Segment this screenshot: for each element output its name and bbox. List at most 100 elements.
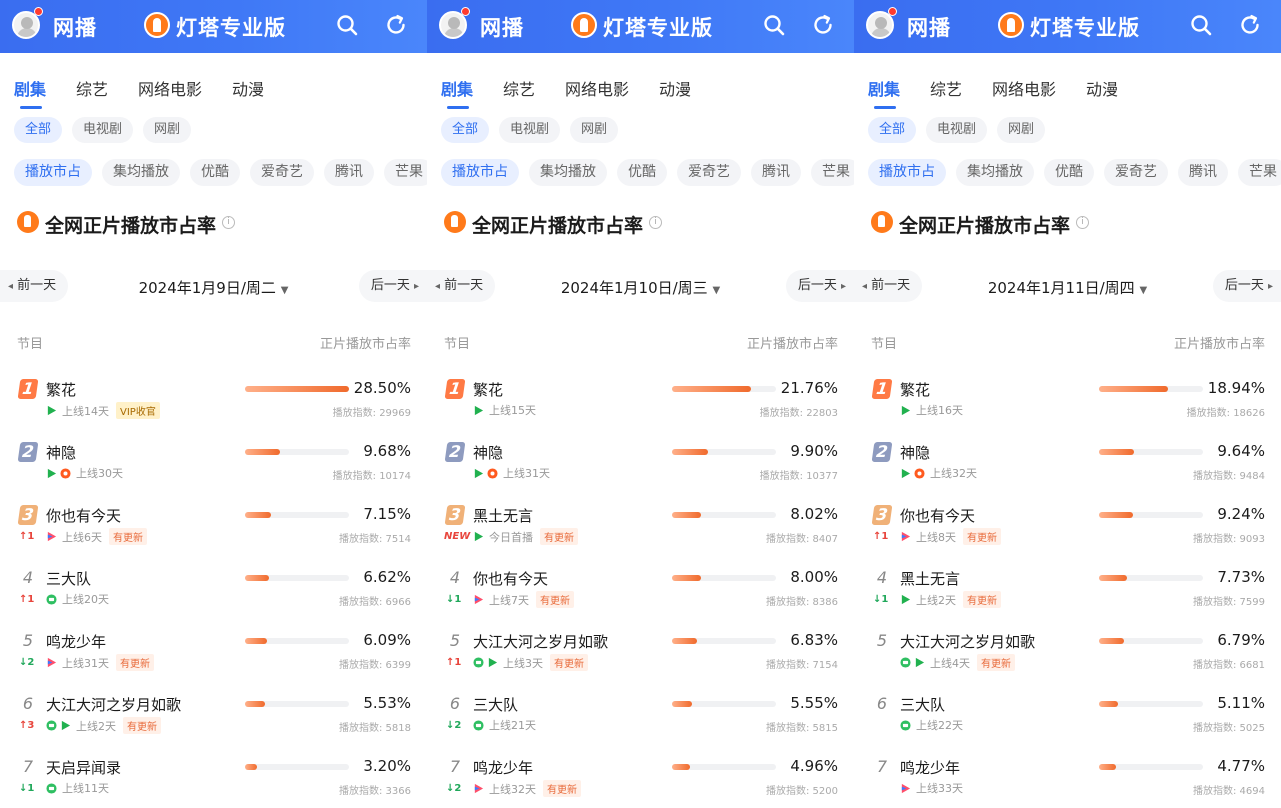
program-title[interactable]: 神隐 bbox=[473, 442, 503, 463]
program-title[interactable]: 你也有今天 bbox=[473, 568, 548, 589]
refresh-icon[interactable] bbox=[385, 14, 407, 36]
table-row[interactable]: 1 繁花 上线16天 18.94% 播放指数: 18626 bbox=[854, 375, 1281, 435]
table-row[interactable]: 6 ↑3 大江大河之岁月如歌 上线2天 有更新 5.53% 播放指数: 5818 bbox=[0, 690, 427, 750]
tab-3[interactable]: 动漫 bbox=[659, 76, 691, 100]
refresh-icon[interactable] bbox=[1239, 14, 1261, 36]
platform-chip-4[interactable]: 腾讯 bbox=[751, 159, 801, 186]
next-day-button[interactable]: 后一天 ▸ bbox=[358, 270, 427, 302]
type-chip-1[interactable]: 电视剧 bbox=[926, 117, 988, 143]
tab-1[interactable]: 综艺 bbox=[930, 76, 962, 100]
search-icon[interactable] bbox=[1190, 14, 1212, 36]
tab-0[interactable]: 剧集 bbox=[868, 76, 900, 109]
table-row[interactable]: 1 繁花 上线15天 21.76% 播放指数: 22803 bbox=[427, 375, 854, 435]
platform-chip-4[interactable]: 腾讯 bbox=[1178, 159, 1228, 186]
platform-chip-5[interactable]: 芒果 bbox=[811, 159, 854, 186]
program-title[interactable]: 大江大河之岁月如歌 bbox=[900, 631, 1035, 652]
platform-chip-0[interactable]: 播放市占 bbox=[441, 159, 519, 186]
type-chip-1[interactable]: 电视剧 bbox=[499, 117, 561, 143]
platform-chip-2[interactable]: 优酷 bbox=[617, 159, 667, 186]
tab-2[interactable]: 网络电影 bbox=[565, 76, 629, 100]
table-row[interactable]: 7 鸣龙少年 上线33天 4.77% 播放指数: 4694 bbox=[854, 753, 1281, 808]
tab-0[interactable]: 剧集 bbox=[441, 76, 473, 109]
table-row[interactable]: 7 ↓1 天启异闻录 上线11天 3.20% 播放指数: 3366 bbox=[0, 753, 427, 808]
pro-version-title[interactable]: 灯塔专业版 bbox=[1030, 12, 1140, 42]
tab-3[interactable]: 动漫 bbox=[232, 76, 264, 100]
table-row[interactable]: 5 ↑1 大江大河之岁月如歌 上线3天 有更新 6.83% 播放指数: 7154 bbox=[427, 627, 854, 687]
platform-chip-1[interactable]: 集均播放 bbox=[529, 159, 607, 186]
table-row[interactable]: 5 ↓2 鸣龙少年 上线31天 有更新 6.09% 播放指数: 6399 bbox=[0, 627, 427, 687]
program-title[interactable]: 三大队 bbox=[473, 694, 518, 715]
platform-chip-0[interactable]: 播放市占 bbox=[14, 159, 92, 186]
program-title[interactable]: 大江大河之岁月如歌 bbox=[46, 694, 181, 715]
platform-chip-3[interactable]: 爱奇艺 bbox=[1104, 159, 1168, 186]
program-title[interactable]: 鸣龙少年 bbox=[46, 631, 106, 652]
pro-version-title[interactable]: 灯塔专业版 bbox=[176, 12, 286, 42]
type-chip-0[interactable]: 全部 bbox=[14, 117, 63, 143]
program-title[interactable]: 繁花 bbox=[900, 379, 930, 400]
tab-1[interactable]: 综艺 bbox=[503, 76, 535, 100]
next-day-button[interactable]: 后一天 ▸ bbox=[785, 270, 854, 302]
platform-chip-3[interactable]: 爱奇艺 bbox=[677, 159, 741, 186]
platform-chip-2[interactable]: 优酷 bbox=[1044, 159, 1094, 186]
type-chip-2[interactable]: 网剧 bbox=[570, 117, 619, 143]
table-row[interactable]: 3 ↑1 你也有今天 上线8天 有更新 9.24% 播放指数: 9093 bbox=[854, 501, 1281, 561]
platform-chip-1[interactable]: 集均播放 bbox=[956, 159, 1034, 186]
type-chip-0[interactable]: 全部 bbox=[868, 117, 917, 143]
program-title[interactable]: 天启异闻录 bbox=[46, 757, 121, 778]
search-icon[interactable] bbox=[336, 14, 358, 36]
table-row[interactable]: 3 ↑1 你也有今天 上线6天 有更新 7.15% 播放指数: 7514 bbox=[0, 501, 427, 561]
next-day-button[interactable]: 后一天 ▸ bbox=[1212, 270, 1281, 302]
column-header-share[interactable]: 正片播放市占率 bbox=[747, 333, 838, 352]
program-title[interactable]: 神隐 bbox=[900, 442, 930, 463]
info-icon[interactable]: i bbox=[1076, 216, 1090, 229]
program-title[interactable]: 黑土无言 bbox=[473, 505, 533, 526]
program-title[interactable]: 三大队 bbox=[900, 694, 945, 715]
table-row[interactable]: 1 繁花 上线14天 VIP收官 28.50% 播放指数: 29969 bbox=[0, 375, 427, 435]
tab-0[interactable]: 剧集 bbox=[14, 76, 46, 109]
program-title[interactable]: 你也有今天 bbox=[900, 505, 975, 526]
platform-chip-0[interactable]: 播放市占 bbox=[868, 159, 946, 186]
type-chip-1[interactable]: 电视剧 bbox=[72, 117, 134, 143]
table-row[interactable]: 5 大江大河之岁月如歌 上线4天 有更新 6.79% 播放指数: 6681 bbox=[854, 627, 1281, 687]
program-title[interactable]: 繁花 bbox=[46, 379, 76, 400]
program-title[interactable]: 神隐 bbox=[46, 442, 76, 463]
program-meta: 上线2天 有更新 bbox=[900, 591, 1001, 608]
info-icon[interactable]: i bbox=[649, 216, 663, 229]
table-row[interactable]: 6 三大队 上线22天 5.11% 播放指数: 5025 bbox=[854, 690, 1281, 750]
tab-3[interactable]: 动漫 bbox=[1086, 76, 1118, 100]
program-title[interactable]: 鸣龙少年 bbox=[900, 757, 960, 778]
table-row[interactable]: 4 ↓1 黑土无言 上线2天 有更新 7.73% 播放指数: 7599 bbox=[854, 564, 1281, 624]
search-icon[interactable] bbox=[763, 14, 785, 36]
info-icon[interactable]: i bbox=[222, 216, 236, 229]
column-header-share[interactable]: 正片播放市占率 bbox=[1174, 333, 1265, 352]
type-chip-2[interactable]: 网剧 bbox=[997, 117, 1046, 143]
table-row[interactable]: 3 NEW 黑土无言 今日首播 有更新 8.02% 播放指数: 8407 bbox=[427, 501, 854, 561]
program-title[interactable]: 三大队 bbox=[46, 568, 91, 589]
program-title[interactable]: 大江大河之岁月如歌 bbox=[473, 631, 608, 652]
pro-version-title[interactable]: 灯塔专业版 bbox=[603, 12, 713, 42]
platform-chip-1[interactable]: 集均播放 bbox=[102, 159, 180, 186]
table-row[interactable]: 2 神隐 上线32天 9.64% 播放指数: 9484 bbox=[854, 438, 1281, 498]
table-row[interactable]: 2 神隐 上线30天 9.68% 播放指数: 10174 bbox=[0, 438, 427, 498]
refresh-icon[interactable] bbox=[812, 14, 834, 36]
table-row[interactable]: 4 ↓1 你也有今天 上线7天 有更新 8.00% 播放指数: 8386 bbox=[427, 564, 854, 624]
platform-chip-2[interactable]: 优酷 bbox=[190, 159, 240, 186]
program-title[interactable]: 你也有今天 bbox=[46, 505, 121, 526]
platform-chip-5[interactable]: 芒果 bbox=[384, 159, 427, 186]
table-row[interactable]: 2 神隐 上线31天 9.90% 播放指数: 10377 bbox=[427, 438, 854, 498]
platform-chip-5[interactable]: 芒果 bbox=[1238, 159, 1281, 186]
program-title[interactable]: 鸣龙少年 bbox=[473, 757, 533, 778]
tab-2[interactable]: 网络电影 bbox=[992, 76, 1056, 100]
tab-2[interactable]: 网络电影 bbox=[138, 76, 202, 100]
program-title[interactable]: 黑土无言 bbox=[900, 568, 960, 589]
program-title[interactable]: 繁花 bbox=[473, 379, 503, 400]
platform-chip-4[interactable]: 腾讯 bbox=[324, 159, 374, 186]
type-chip-0[interactable]: 全部 bbox=[441, 117, 490, 143]
platform-chip-3[interactable]: 爱奇艺 bbox=[250, 159, 314, 186]
column-header-share[interactable]: 正片播放市占率 bbox=[320, 333, 411, 352]
type-chip-2[interactable]: 网剧 bbox=[143, 117, 192, 143]
table-row[interactable]: 4 ↑1 三大队 上线20天 6.62% 播放指数: 6966 bbox=[0, 564, 427, 624]
table-row[interactable]: 6 ↓2 三大队 上线21天 5.55% 播放指数: 5815 bbox=[427, 690, 854, 750]
table-row[interactable]: 7 ↓2 鸣龙少年 上线32天 有更新 4.96% 播放指数: 5200 bbox=[427, 753, 854, 808]
tab-1[interactable]: 综艺 bbox=[76, 76, 108, 100]
